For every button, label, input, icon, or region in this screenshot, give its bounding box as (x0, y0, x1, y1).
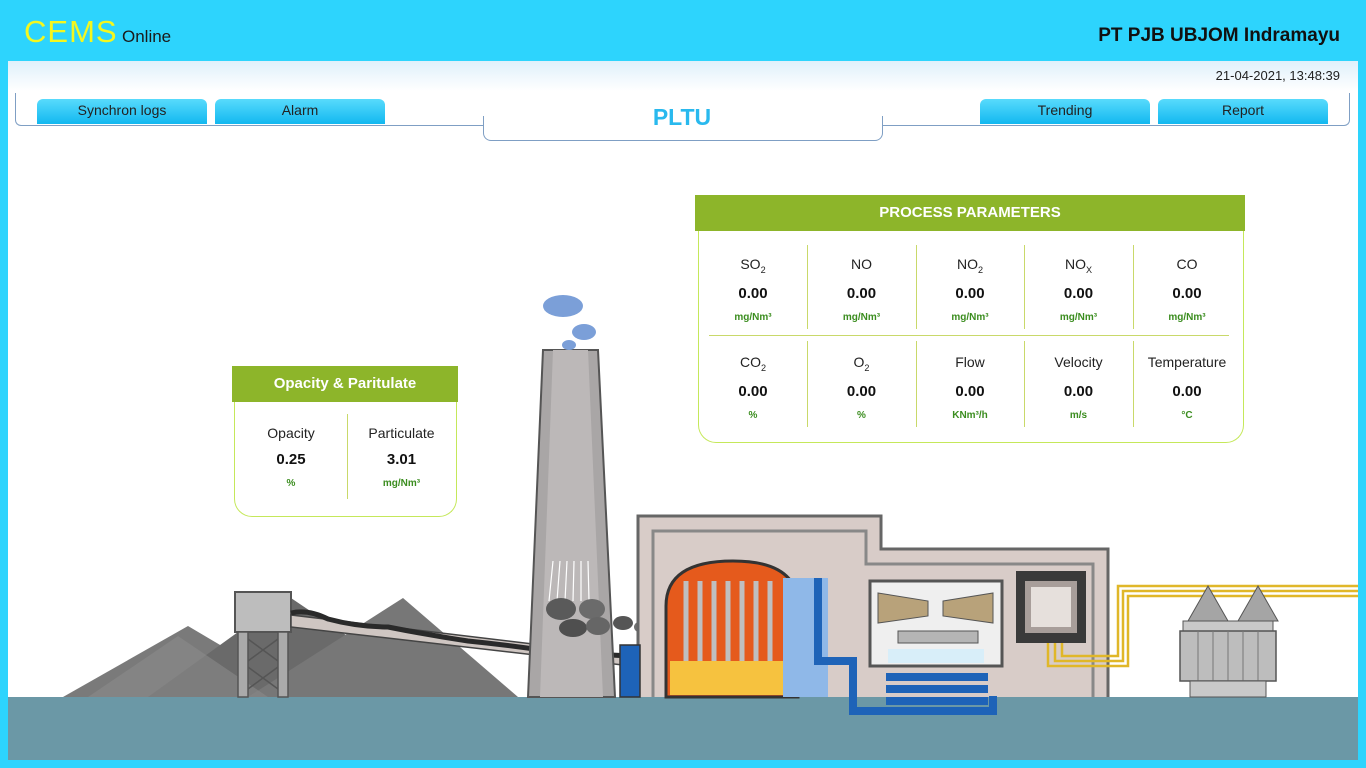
o2-label: O2 (853, 354, 870, 373)
particulate-cell: Particulate 3.01 mg/Nm³ (347, 425, 456, 489)
co-label: CO (1176, 256, 1198, 272)
flow-label: Flow (955, 354, 985, 370)
so2-label: SO2 (740, 256, 766, 275)
coal-lumps (546, 598, 650, 637)
company-name: PT PJB UBJOM Indramayu (1098, 25, 1340, 46)
opacity-unit: % (286, 478, 296, 489)
co-unit: mg/Nm³ (1168, 311, 1206, 323)
velocity-cell: Velocity 0.00 m/s (1024, 354, 1133, 421)
no-unit: mg/Nm³ (842, 311, 881, 323)
co2-value: 0.00 (738, 382, 768, 400)
app-logo-subtitle: Online (122, 27, 172, 46)
particulate-label: Particulate (368, 425, 435, 441)
opacity-label: Opacity (267, 425, 315, 441)
co2-cell: CO2 0.00 % (699, 354, 807, 421)
co-cell: CO 0.00 mg/Nm³ (1133, 256, 1241, 323)
app-logo: CEMS (24, 14, 118, 49)
nox-unit: mg/Nm³ (1059, 311, 1098, 323)
velocity-label: Velocity (1054, 354, 1103, 370)
particulate-unit: mg/Nm³ (382, 478, 421, 489)
no-cell: NO 0.00 mg/Nm³ (807, 256, 916, 323)
ground (8, 697, 1358, 760)
opacity-value: 0.25 (276, 451, 306, 468)
particulate-value: 3.01 (386, 451, 417, 468)
velocity-value: 0.00 (1063, 382, 1094, 400)
main-frame: 21-04-2021, 13:48:39 PLTU Synchron logs … (8, 61, 1358, 760)
so2-unit: mg/Nm³ (734, 311, 772, 323)
flow-value: 0.00 (955, 382, 985, 400)
co2-label: CO2 (739, 354, 767, 373)
velocity-unit: m/s (1069, 409, 1088, 421)
temperature-value: 0.00 (1172, 382, 1202, 400)
opacity-panel: Opacity 0.25 % Particulate 3.01 mg/Nm³ (234, 402, 457, 517)
no-value: 0.00 (846, 284, 877, 302)
co2-unit: % (748, 409, 758, 421)
nox-value: 0.00 (1063, 284, 1094, 302)
turbine (868, 579, 1004, 705)
o2-cell: O2 0.00 % (807, 354, 916, 421)
process-row-divider (709, 335, 1229, 336)
transformer (1179, 584, 1279, 698)
flow-unit: KNm³/h (952, 409, 988, 421)
no2-value: 0.00 (955, 284, 985, 302)
so2-value: 0.00 (738, 284, 768, 302)
opacity-panel-title: Opacity & Paritulate (232, 366, 458, 402)
temperature-unit: °C (1181, 409, 1193, 421)
generator (1016, 571, 1086, 643)
o2-unit: % (857, 409, 866, 421)
process-panel: SO2 0.00 mg/Nm³ NO 0.00 mg/Nm³ NO2 0.00 … (698, 231, 1244, 443)
no2-unit: mg/Nm³ (951, 311, 989, 323)
nox-cell: NOX 0.00 mg/Nm³ (1024, 256, 1133, 323)
no-label: NO (851, 256, 872, 272)
opacity-cell: Opacity 0.25 % (235, 425, 347, 489)
nox-label: NOX (1064, 256, 1093, 275)
co-value: 0.00 (1172, 284, 1202, 302)
temperature-label: Temperature (1147, 354, 1227, 370)
temperature-cell: Temperature 0.00 °C (1133, 354, 1241, 421)
no2-cell: NO2 0.00 mg/Nm³ (916, 256, 1024, 323)
o2-value: 0.00 (846, 382, 877, 400)
process-panel-title: PROCESS PARAMETERS (695, 195, 1245, 231)
flow-cell: Flow 0.00 KNm³/h (916, 354, 1024, 421)
no2-label: NO2 (956, 256, 984, 275)
so2-cell: SO2 0.00 mg/Nm³ (699, 256, 807, 323)
